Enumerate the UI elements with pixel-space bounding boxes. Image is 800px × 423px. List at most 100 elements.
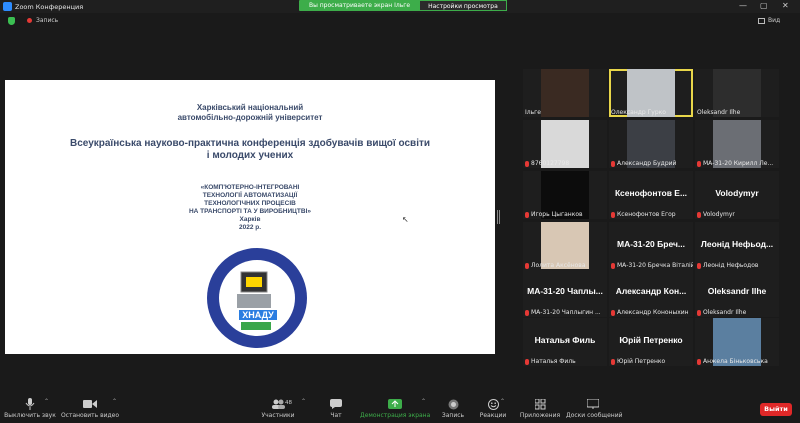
participant-name-label: Игорь Цыганков <box>525 211 583 218</box>
participant-tile[interactable]: Ільге <box>523 69 607 117</box>
muted-mic-icon <box>525 262 529 269</box>
participant-tile[interactable]: МА-31-20 Кирилл Ле... <box>695 120 779 168</box>
participant-name: Ксенофонтов Егор <box>617 211 676 218</box>
video-options-chevron-icon[interactable]: ⌃ <box>112 398 117 405</box>
view-options-button[interactable]: Настройки просмотра <box>420 0 507 11</box>
maximize-icon[interactable]: ▢ <box>760 1 768 10</box>
participant-name-label: Лолита Аксёнова <box>525 262 586 269</box>
participants-button[interactable]: Участники <box>256 397 300 420</box>
participant-name: Volodymyr <box>703 211 735 218</box>
participant-tile[interactable]: МА-31-20 Бреч... МА-31-20 Бречка Віталій <box>609 222 693 270</box>
record-button[interactable]: Запись <box>440 397 466 420</box>
participant-tile[interactable]: Наталья Филь Наталья Филь <box>523 318 607 366</box>
panel-splitter-handle[interactable] <box>497 210 500 224</box>
minimize-icon[interactable]: — <box>739 1 747 10</box>
participant-name-label: Наталья Филь <box>525 358 576 365</box>
participant-tile[interactable]: Александр Кон... Александр Кононыхин <box>609 269 693 317</box>
slide-topic-line2: ТЕХНОЛОГІЇ АВТОМАТИЗАЦІЇ <box>202 192 298 199</box>
participant-name: Леонід Нефьодов <box>703 262 759 269</box>
participant-tile[interactable]: Анжела Біньковська <box>695 318 779 366</box>
muted-mic-icon <box>611 160 615 167</box>
shared-screen: Харківський національний автомобільно-до… <box>5 80 495 354</box>
participant-name: Александр Будрий <box>617 160 677 167</box>
meeting-top-row: Запись Вид <box>0 14 800 30</box>
share-screen-button[interactable]: Демонстрация экрана <box>360 397 430 420</box>
participant-name: Игорь Цыганков <box>531 211 583 218</box>
slide-topic-line3: ТЕХНОЛОГІЧНИХ ПРОЦЕСІВ <box>204 200 296 207</box>
participant-display-name: МА-31-20 Бреч... <box>617 239 685 249</box>
whiteboards-button[interactable]: Доски сообщений <box>566 397 623 420</box>
share-screen-label: Демонстрация экрана <box>360 412 431 419</box>
meeting-toolbar: Выключить звук ⌃ Остановить видео ⌃ Учас… <box>0 395 800 423</box>
muted-mic-icon <box>525 211 529 218</box>
participant-display-name: Volodymyr <box>715 188 759 198</box>
slide-topic-line4: НА ТРАНСПОРТІ ТА У ВИРОБНИЦТВІ» <box>188 208 312 215</box>
apps-button[interactable]: Приложения <box>518 397 562 420</box>
view-grid-icon[interactable] <box>758 18 765 24</box>
slide-conference-line1: Всеукраїнська науково-практична конферен… <box>69 138 431 149</box>
participant-name-label: Анжела Біньковська <box>697 358 768 365</box>
reactions-smiley-icon <box>487 398 499 410</box>
participant-name-label: 8760127798 <box>525 160 569 167</box>
share-screen-icon <box>388 399 402 409</box>
muted-mic-icon <box>611 211 615 218</box>
participants-icon <box>272 399 285 409</box>
participant-name-label: Oleksandr Ilhe <box>697 309 746 316</box>
participant-name-label: Ільге <box>525 109 541 116</box>
participants-chevron-icon[interactable]: ⌃ <box>301 398 306 405</box>
participant-tile[interactable]: Юрій Петренко Юрій Петренко <box>609 318 693 366</box>
participant-name-label: МА-31-20 Чаплыгин ... <box>525 309 601 316</box>
participant-name-label: Олександр Гурко <box>611 109 666 116</box>
reactions-chevron-icon[interactable]: ⌃ <box>500 398 505 405</box>
recording-dot-icon <box>27 18 32 23</box>
microphone-icon <box>25 398 35 410</box>
participant-display-name: Oleksandr Ilhe <box>707 286 767 296</box>
close-icon[interactable]: ✕ <box>782 1 789 10</box>
participant-tile[interactable]: МА-31-20 Чаплы... МА-31-20 Чаплыгин ... <box>523 269 607 317</box>
share-options-chevron-icon[interactable]: ⌃ <box>421 398 426 405</box>
record-label: Запись <box>441 412 465 419</box>
muted-mic-icon <box>525 358 529 365</box>
participant-name: Александр Кононыхин <box>617 309 689 316</box>
share-status-bar: Вы просматриваете экран Ільге Настройки … <box>299 0 507 11</box>
muted-mic-icon <box>697 309 701 316</box>
participant-name: Анжела Біньковська <box>703 358 768 365</box>
participant-name: Ільге <box>525 109 541 116</box>
participant-tile[interactable]: Олександр Гурко <box>609 69 693 117</box>
stop-video-label: Остановить видео <box>60 412 120 419</box>
whiteboards-label: Доски сообщений <box>566 412 623 419</box>
mouse-cursor-icon: ↖ <box>402 215 409 224</box>
participant-tile[interactable]: Игорь Цыганков <box>523 171 607 219</box>
participant-tile[interactable]: Леонід Нефьод... Леонід Нефьодов <box>695 222 779 270</box>
whiteboard-icon <box>587 399 599 409</box>
participant-name-label: Александр Кононыхин <box>611 309 689 316</box>
apps-grid-icon <box>534 398 545 409</box>
participant-tile[interactable]: Oleksandr Ilhe <box>695 69 779 117</box>
participant-name-label: МА-31-20 Кирилл Ле... <box>697 160 773 167</box>
mute-label: Выключить звук <box>4 412 56 419</box>
participant-name-label: Ксенофонтов Егор <box>611 211 676 218</box>
participant-tile[interactable]: Volodymyr Volodymyr <box>695 171 779 219</box>
participant-tile[interactable]: 8760127798 <box>523 120 607 168</box>
video-camera-icon <box>83 400 97 408</box>
muted-mic-icon <box>697 160 701 167</box>
slide-university-line1: Харківський національний <box>196 103 304 112</box>
participant-name: Oleksandr Ilhe <box>703 309 747 316</box>
slide-university-line2: автомобільно-дорожній університет <box>177 113 323 122</box>
view-button[interactable]: Вид <box>768 15 780 27</box>
participants-label: Участники <box>261 412 295 419</box>
participant-tile[interactable]: Лолита Аксёнова <box>523 222 607 270</box>
participant-display-name: Ксенофонтов Е... <box>614 188 688 198</box>
chat-button[interactable]: Чат <box>326 397 346 420</box>
chat-label: Чат <box>330 412 342 419</box>
participant-tile[interactable]: Александр Будрий <box>609 120 693 168</box>
participant-name-label: Oleksandr Ilhe <box>697 109 740 116</box>
stop-video-button[interactable]: Остановить видео <box>60 397 120 420</box>
participant-tile[interactable]: Ксенофонтов Е... Ксенофонтов Егор <box>609 171 693 219</box>
audio-options-chevron-icon[interactable]: ⌃ <box>44 398 49 405</box>
participant-name-label: Юрій Петренко <box>611 358 665 365</box>
slide-topic-line1: «КОМП'ЮТЕРНО-ІНТЕГРОВАНІ <box>200 184 300 191</box>
participant-tile[interactable]: Oleksandr Ilhe Oleksandr Ilhe <box>695 269 779 317</box>
security-shield-icon[interactable] <box>8 17 15 25</box>
leave-button[interactable]: Выйти <box>760 403 792 416</box>
